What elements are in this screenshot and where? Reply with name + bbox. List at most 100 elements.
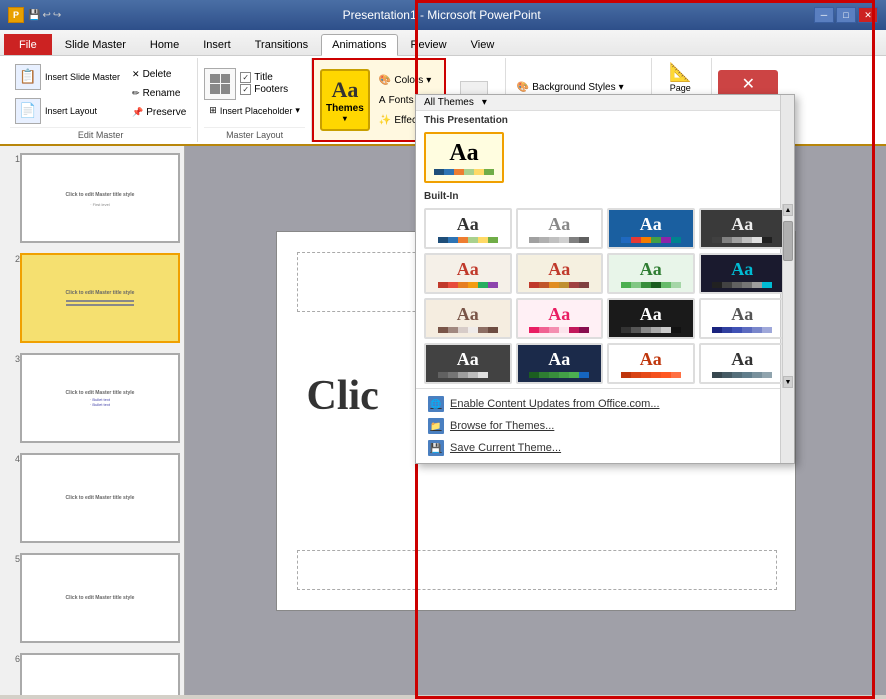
theme-item-3[interactable]: Aa	[607, 208, 695, 249]
rename-label: Rename	[143, 88, 181, 99]
theme-11-colors	[621, 327, 681, 333]
slide-thumb-1[interactable]: Click to edit Master title style · First…	[20, 153, 180, 243]
slide-6-content: Click to edit Master title style	[62, 691, 139, 695]
slide-thumb-2[interactable]: Click to edit Master title style	[20, 253, 180, 343]
tab-view[interactable]: View	[460, 34, 506, 55]
maximize-button[interactable]: □	[836, 7, 856, 23]
slide-4-content: Click to edit Master title style	[62, 491, 139, 505]
canvas-text: Clic	[307, 372, 379, 420]
theme-item-10[interactable]: Aa	[516, 298, 604, 339]
this-presentation-theme[interactable]: Aa	[424, 132, 504, 183]
scroll-down-button[interactable]: ▼	[783, 376, 793, 388]
master-layout-button[interactable]	[204, 68, 236, 100]
insert-layout-icon: 📄	[15, 98, 41, 124]
window-controls: ─ □ ✕	[814, 7, 878, 23]
theme-3-colors	[621, 237, 681, 243]
insert-placeholder-icon: ⊞	[209, 105, 217, 116]
theme-7-colors	[621, 282, 681, 288]
tab-slide-master[interactable]: Slide Master	[54, 34, 137, 55]
slide-thumb-3[interactable]: Click to edit Master title style · Bulle…	[20, 353, 180, 443]
theme-item-4[interactable]: Aa	[699, 208, 787, 249]
rename-button[interactable]: ✏ Rename	[127, 85, 185, 103]
theme-item-15[interactable]: Aa	[607, 343, 695, 384]
tab-insert[interactable]: Insert	[192, 34, 242, 55]
theme-item-6[interactable]: Aa	[516, 253, 604, 294]
theme-4-aa: Aa	[731, 214, 753, 235]
slide-5-number: 5	[4, 550, 20, 646]
title-bar: P 💾 ↩ ↪ Presentation1 - Microsoft PowerP…	[0, 0, 886, 30]
save-theme-icon: 💾	[428, 440, 444, 456]
tab-review[interactable]: Review	[400, 34, 458, 55]
insert-slide-master-button[interactable]: 📋 Insert Slide Master	[10, 61, 125, 93]
edit-master-group: 📋 Insert Slide Master 📄 Insert Layout ✕ …	[4, 58, 198, 142]
theme-16-aa: Aa	[731, 349, 753, 370]
preserve-button[interactable]: 📌 Preserve	[127, 104, 191, 122]
slide-3-container: 3 Click to edit Master title style · Bul…	[4, 350, 180, 446]
footers-checkbox[interactable]: ✓ Footers	[240, 84, 288, 95]
slide-thumb-6[interactable]: Click to edit Master title style	[20, 653, 180, 695]
enable-content-icon: 🌐	[428, 396, 444, 412]
this-presentation-title: This Presentation	[416, 111, 794, 128]
enable-content-updates-link[interactable]: 🌐 Enable Content Updates from Office.com…	[424, 393, 786, 415]
scroll-up-button[interactable]: ▲	[783, 204, 793, 216]
tab-file[interactable]: File	[4, 34, 52, 55]
colors-button[interactable]: 🎨 Colors ▾	[374, 71, 438, 89]
theme-9-colors	[438, 327, 498, 333]
theme-item-7[interactable]: Aa	[607, 253, 695, 294]
theme-12-aa: Aa	[731, 304, 753, 325]
colors-arrow: ▾	[426, 75, 431, 86]
theme-item-1[interactable]: Aa	[424, 208, 512, 249]
theme-item-9[interactable]: Aa	[424, 298, 512, 339]
tab-transitions[interactable]: Transitions	[244, 34, 319, 55]
themes-scroll-area: Aa Aa	[416, 204, 794, 388]
theme-11-aa: Aa	[640, 304, 662, 325]
minimize-button[interactable]: ─	[814, 7, 834, 23]
slide-thumb-5[interactable]: Click to edit Master title style	[20, 553, 180, 643]
theme-item-12[interactable]: Aa	[699, 298, 787, 339]
slide-thumb-4[interactable]: Click to edit Master title style	[20, 453, 180, 543]
undo-icon[interactable]: ↩	[42, 10, 50, 21]
tab-home[interactable]: Home	[139, 34, 190, 55]
theme-5-colors	[438, 282, 498, 288]
themes-button[interactable]: Aa Themes ▾	[320, 69, 370, 131]
themes-scrollbar[interactable]: ▲ ▼	[782, 204, 794, 388]
window-title: Presentation1 - Microsoft PowerPoint	[69, 8, 814, 22]
theme-item-11[interactable]: Aa	[607, 298, 695, 339]
colors-label: Colors	[394, 75, 423, 86]
browse-themes-label: Browse for Themes...	[450, 420, 554, 432]
theme-item-13[interactable]: Aa	[424, 343, 512, 384]
enable-content-label: Enable Content Updates from Office.com..…	[450, 398, 660, 410]
delete-button[interactable]: ✕ Delete	[127, 66, 176, 84]
slide-2-number: 2	[4, 250, 20, 346]
theme-item-2[interactable]: Aa	[516, 208, 604, 249]
preserve-icon: 📌	[132, 107, 143, 118]
browse-themes-link[interactable]: 📁 Browse for Themes...	[424, 415, 786, 437]
themes-grid: Aa Aa	[416, 204, 794, 388]
save-theme-label: Save Current Theme...	[450, 442, 561, 454]
theme-2-colors	[529, 237, 589, 243]
slide-6-number: 6	[4, 650, 20, 695]
theme-item-8[interactable]: Aa	[699, 253, 787, 294]
tab-animations[interactable]: Animations	[321, 34, 397, 56]
theme-item-16[interactable]: Aa	[699, 343, 787, 384]
close-master-icon: ✕	[726, 74, 770, 94]
theme-item-14[interactable]: Aa	[516, 343, 604, 384]
scroll-thumb	[783, 221, 793, 261]
delete-icon: ✕	[132, 69, 140, 80]
footer-placeholder	[297, 550, 777, 590]
theme-3-aa: Aa	[640, 214, 662, 235]
slide-1-content: Click to edit Master title style · First…	[60, 186, 141, 211]
insert-layout-button[interactable]: 📄 Insert Layout	[10, 95, 102, 127]
theme-item-5[interactable]: Aa	[424, 253, 512, 294]
quick-save-icon[interactable]: 💾	[28, 10, 40, 21]
title-checkbox[interactable]: ✓ Title	[240, 72, 288, 83]
insert-placeholder-button[interactable]: ⊞ Insert Placeholder ▾	[204, 102, 305, 120]
slide-4-container: 4 Click to edit Master title style	[4, 450, 180, 546]
themes-label: Themes	[326, 103, 364, 114]
theme-8-colors	[712, 282, 772, 288]
redo-icon[interactable]: ↪	[53, 10, 61, 21]
theme-1-aa: Aa	[457, 214, 479, 235]
close-button[interactable]: ✕	[858, 7, 878, 23]
title-label: Title	[254, 72, 273, 83]
save-theme-link[interactable]: 💾 Save Current Theme...	[424, 437, 786, 459]
